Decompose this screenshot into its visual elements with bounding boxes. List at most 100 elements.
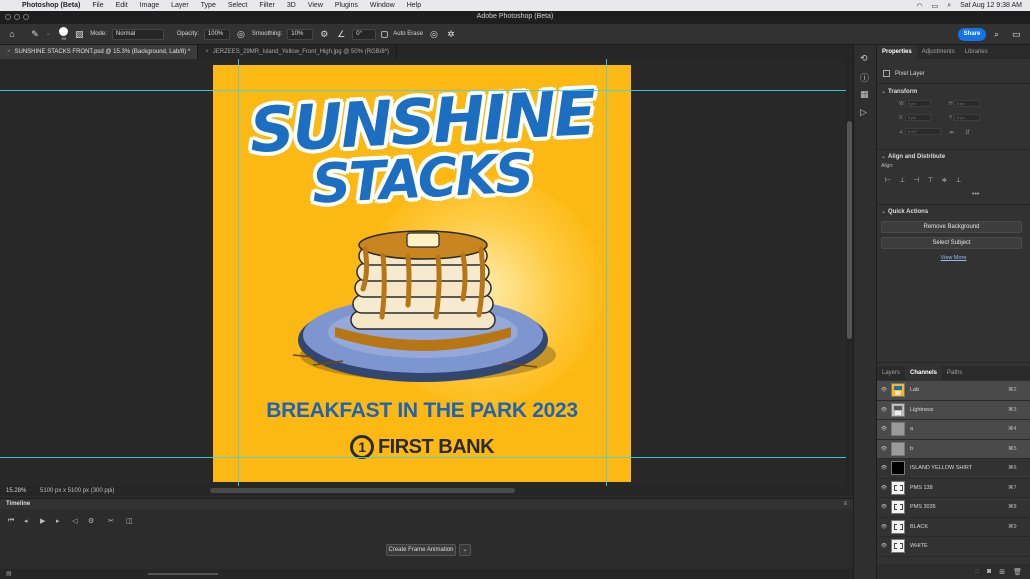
panel-menu-icon[interactable]: ≡	[843, 499, 847, 509]
scroll-thumb[interactable]	[847, 121, 852, 339]
history-icon[interactable]: ⟲	[860, 53, 868, 64]
spotlight-icon[interactable]: ⌕	[947, 2, 951, 10]
tab-properties[interactable]: Properties	[877, 45, 917, 59]
opacity-field[interactable]: 100%	[203, 28, 230, 40]
swatches-icon[interactable]: ▦	[860, 89, 869, 100]
info-icon[interactable]: ⓘ	[860, 71, 869, 84]
wifi-icon[interactable]: ◠	[916, 2, 922, 10]
guide-horizontal[interactable]	[0, 90, 846, 91]
smoothing-options-gear-icon[interactable]: ⚙	[318, 28, 330, 40]
smoothing-field[interactable]: 10%	[287, 28, 314, 40]
pressure-size-icon[interactable]: ◎	[428, 28, 440, 40]
split-scissors-icon[interactable]: ✂	[108, 517, 114, 525]
menu-help[interactable]: Help	[401, 0, 427, 11]
visibility-eye-icon[interactable]: 👁	[877, 407, 891, 413]
tab-adjustments[interactable]: Adjustments	[917, 45, 960, 59]
visibility-eye-icon[interactable]: 👁	[877, 465, 891, 471]
new-channel-icon[interactable]: ⊞	[999, 568, 1005, 576]
menu-layer[interactable]: Layer	[165, 0, 195, 11]
save-selection-icon[interactable]: ◙	[987, 568, 991, 575]
align-center-h-icon[interactable]: ⊥	[899, 176, 905, 184]
audio-icon[interactable]: ◁	[72, 517, 77, 525]
tab-channels[interactable]: Channels	[905, 366, 943, 380]
channel-row[interactable]: 👁 Lightness ⌘3	[877, 400, 1030, 420]
brush-angle-field[interactable]: 0°	[352, 28, 377, 40]
convert-icon[interactable]: ▤	[6, 570, 12, 577]
remove-background-button[interactable]: Remove Background	[881, 221, 1022, 233]
align-bottom-icon[interactable]: ⊥	[955, 176, 961, 184]
menu-3d[interactable]: 3D	[281, 0, 302, 11]
angle-field[interactable]: 0.00°	[905, 128, 941, 135]
channel-row[interactable]: 👁 b ⌘5	[877, 439, 1030, 459]
vertical-scrollbar[interactable]	[846, 59, 853, 486]
menu-window[interactable]: Window	[364, 0, 401, 11]
channel-row[interactable]: 👁 a ⌘4	[877, 420, 1030, 440]
load-selection-icon[interactable]: ◌	[975, 568, 979, 575]
channel-row[interactable]: 👁 ISLAND YELLOW SHIRT ⌘6	[877, 459, 1030, 479]
channel-row[interactable]: 👁 PMS 3035 ⌘8	[877, 498, 1030, 518]
guide-vertical[interactable]	[238, 59, 239, 486]
pressure-opacity-icon[interactable]: ◎	[235, 28, 247, 40]
flip-vertical-icon[interactable]: ⇵	[965, 129, 970, 136]
share-button[interactable]: Share	[958, 28, 986, 41]
x-field[interactable]: 0 px	[905, 114, 931, 121]
create-frame-animation-button[interactable]: Create Frame Animation	[386, 544, 456, 556]
auto-erase-checkbox[interactable]	[381, 30, 389, 38]
document-canvas[interactable]: SUNSHINE STACKS BREAKFAST IN THE PARK 20…	[213, 65, 631, 482]
menu-file[interactable]: File	[86, 0, 109, 11]
menu-view[interactable]: View	[302, 0, 329, 11]
visibility-eye-icon[interactable]: 👁	[877, 524, 891, 530]
zoom-level[interactable]: 15.28%	[0, 488, 30, 494]
channel-row[interactable]: 👁 PMS 138 ⌘7	[877, 479, 1030, 498]
close-tab-icon[interactable]: ×	[7, 49, 11, 55]
tab-layers[interactable]: Layers	[877, 366, 905, 380]
align-header[interactable]: ⌄ Align and Distribute	[877, 153, 945, 160]
brush-tool-icon[interactable]: ✎	[29, 28, 41, 40]
menu-select[interactable]: Select	[222, 0, 253, 11]
visibility-eye-icon[interactable]: 👁	[877, 426, 891, 432]
select-subject-button[interactable]: Select Subject	[881, 237, 1022, 249]
delete-channel-icon[interactable]: 🗑	[1013, 568, 1022, 576]
document-dimensions[interactable]: 5100 px x 5100 px (300 ppi)	[30, 488, 114, 494]
flip-horizontal-icon[interactable]: ⇹	[949, 129, 954, 136]
tab-libraries[interactable]: Libraries	[960, 45, 993, 59]
chevron-down-icon[interactable]: ⌄	[459, 544, 471, 556]
horizontal-scrollbar[interactable]	[210, 488, 515, 493]
guide-vertical[interactable]	[606, 59, 607, 486]
visibility-eye-icon[interactable]: 👁	[877, 504, 891, 510]
workspace-icon[interactable]: ▭	[1012, 29, 1021, 40]
visibility-eye-icon[interactable]: 👁	[877, 485, 891, 491]
align-top-icon[interactable]: ⊤	[927, 176, 933, 184]
menu-filter[interactable]: Filter	[253, 0, 281, 11]
visibility-eye-icon[interactable]: 👁	[877, 543, 891, 549]
guide-horizontal[interactable]	[0, 457, 846, 458]
visibility-eye-icon[interactable]: 👁	[877, 387, 891, 393]
canvas-area[interactable]: SUNSHINE STACKS BREAKFAST IN THE PARK 20…	[0, 59, 846, 486]
close-tab-icon[interactable]: ×	[205, 49, 209, 55]
brush-settings-icon[interactable]: ▨	[73, 28, 85, 40]
visibility-eye-icon[interactable]: 👁	[877, 446, 891, 452]
menu-plugins[interactable]: Plugins	[329, 0, 364, 11]
zoom-slider[interactable]	[148, 573, 218, 575]
previous-frame-icon[interactable]: ◂	[24, 517, 28, 525]
align-right-icon[interactable]: ⊣	[913, 176, 919, 184]
menu-image[interactable]: Image	[134, 0, 165, 11]
transform-header[interactable]: ⌄ Transform	[877, 88, 917, 95]
search-icon[interactable]: ⌕	[994, 29, 999, 40]
quick-actions-header[interactable]: ⌄ Quick Actions	[877, 208, 928, 215]
channel-row[interactable]: 👁 BLACK ⌘9	[877, 518, 1030, 537]
first-frame-icon[interactable]: ⏮	[8, 517, 14, 525]
brush-preset-picker[interactable]: 90	[59, 27, 69, 41]
next-frame-icon[interactable]: ▸	[56, 517, 60, 525]
height-field[interactable]: 0 px	[954, 100, 980, 107]
play-icon[interactable]: ▶	[40, 517, 45, 525]
width-field[interactable]: 0 px	[905, 100, 931, 107]
y-field[interactable]: 0 px	[954, 114, 980, 121]
more-options-icon[interactable]: •••	[972, 191, 979, 198]
home-icon[interactable]: ⌂	[6, 28, 18, 40]
tab-jerzees-shirt[interactable]: × JERZEES_29MR_Island_Yellow_Front_High.j…	[198, 45, 398, 59]
actions-icon[interactable]: ▷	[860, 107, 867, 118]
menubar-clock[interactable]: Sat Aug 12 9:38 AM	[960, 2, 1022, 9]
symmetry-icon[interactable]: ✲	[445, 28, 457, 40]
menu-app-name[interactable]: Photoshop (Beta)	[16, 0, 86, 11]
